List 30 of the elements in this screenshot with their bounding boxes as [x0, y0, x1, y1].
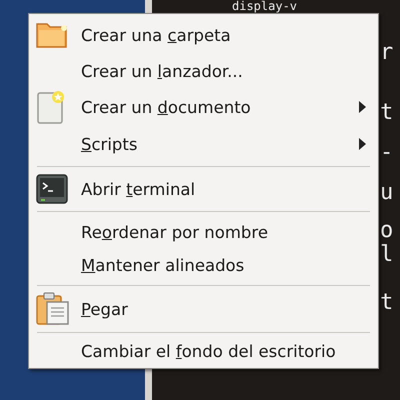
menu-item[interactable]: Crear un documento — [29, 89, 378, 125]
menu-item-label: Abrir terminal — [81, 180, 196, 198]
menu-item[interactable]: Crear un lanzador... — [29, 53, 378, 89]
terminal-text: t — [380, 100, 394, 126]
terminal-text: r — [380, 40, 394, 66]
menu-item-label: Scripts — [81, 134, 138, 154]
terminal-icon — [36, 174, 68, 204]
terminal-text: t — [380, 290, 394, 316]
menu-item[interactable]: Abrir terminal — [29, 170, 378, 208]
menu-item[interactable]: Mantener alineados — [29, 249, 378, 282]
menu-item-label: Crear un lanzador... — [81, 62, 244, 80]
terminal-text: display-v — [232, 0, 298, 13]
menu-item-label: Pegar — [81, 300, 129, 318]
menu-item-label: Reordenar por nombre — [81, 222, 269, 242]
terminal-text: - — [380, 140, 394, 166]
menu-item[interactable]: Pegar — [29, 289, 378, 329]
document-icon — [36, 90, 66, 124]
folder-icon — [36, 21, 68, 49]
menu-item[interactable]: Scripts — [29, 125, 378, 163]
menu-item-label: Mantener alineados — [81, 256, 246, 275]
menu-item-label: Crear una carpeta — [81, 26, 232, 44]
menu-item-label: Cambiar el fondo del escritorio — [81, 342, 337, 360]
menu-item-label: Crear un documento — [81, 98, 252, 116]
clipboard-icon — [36, 292, 70, 326]
menu-item[interactable]: Cambiar el fondo del escritorio — [29, 336, 378, 366]
terminal-text: o — [380, 218, 394, 244]
menu-item[interactable]: Reordenar por nombre — [29, 215, 378, 249]
terminal-text: u — [380, 180, 394, 206]
menu-item[interactable]: Crear una carpeta — [29, 17, 378, 53]
terminal-text: l — [380, 242, 394, 268]
